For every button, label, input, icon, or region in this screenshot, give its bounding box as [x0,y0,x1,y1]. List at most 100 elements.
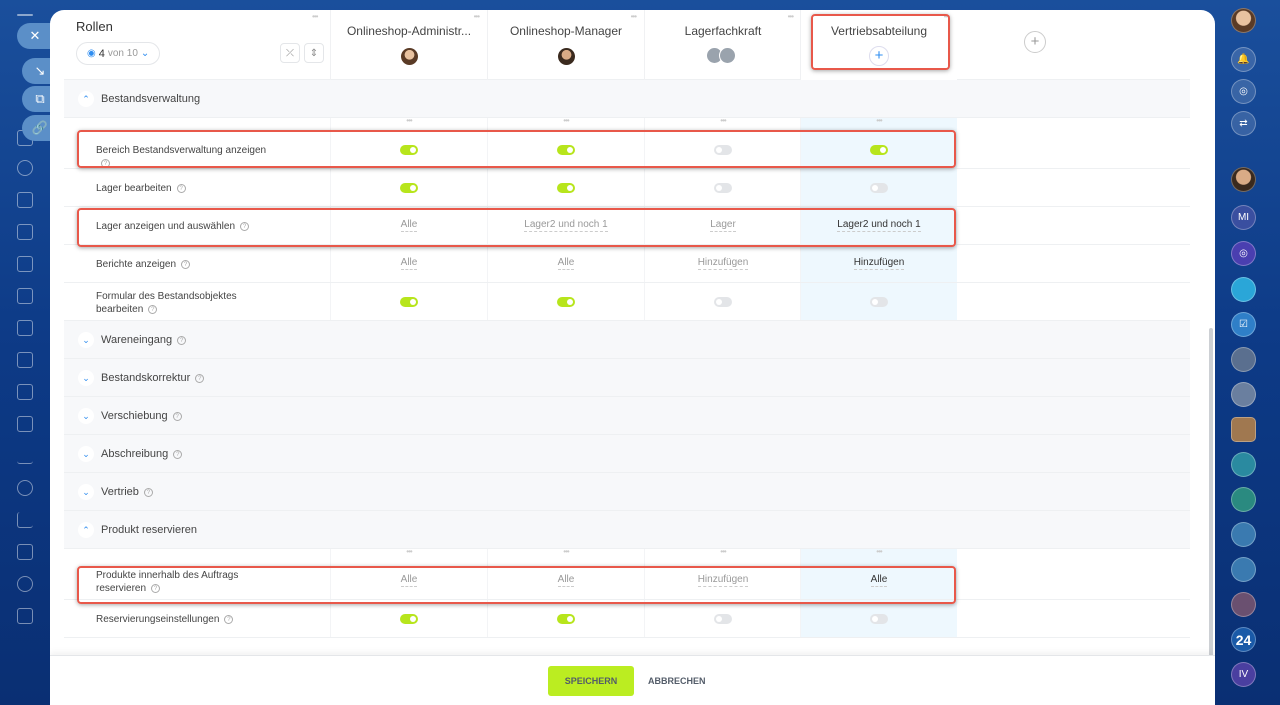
bell-icon[interactable]: 🔔 [1231,47,1256,72]
help-icon[interactable]: ? [143,487,153,497]
contact-mi[interactable]: MI [1231,205,1256,230]
filter-icon[interactable] [17,352,33,368]
role-column-header[interactable]: Lagerfachkraft ••• [644,10,801,80]
permission-toggle[interactable] [714,296,732,307]
permission-toggle[interactable] [557,613,575,624]
bitrix24-badge[interactable]: 24 [1231,627,1256,652]
chat-bubble-icon[interactable] [1231,277,1256,302]
more-icon[interactable]: ••• [720,116,726,125]
permission-value-link[interactable]: Alle [400,257,418,270]
section-bestandskorrektur[interactable]: ⌄ Bestandskorrektur? [64,359,1190,397]
chat-icon[interactable]: ⇄ [1231,111,1256,136]
expand-all-button[interactable]: ⇕ [304,43,324,63]
help-icon[interactable]: ? [101,158,110,168]
help-icon[interactable]: ? [240,221,249,231]
group-icon[interactable] [1231,452,1256,477]
help-icon[interactable]: ? [177,335,187,345]
openchannel-icon[interactable]: ◎ [1231,241,1256,266]
role-name[interactable]: Onlineshop-Administr... [331,24,487,38]
scrollbar[interactable] [1209,328,1213,658]
help-icon[interactable]: ? [195,373,205,383]
section-verschiebung[interactable]: ⌄ Verschiebung? [64,397,1190,435]
permission-value-link[interactable]: Lager2 und noch 1 [837,219,921,232]
permission-toggle[interactable] [870,296,888,307]
help-icon[interactable]: ? [151,583,161,593]
permission-toggle[interactable] [557,144,575,155]
task-icon[interactable]: ☑ [1231,312,1256,337]
chevron-up-icon[interactable]: ⌃ [78,522,94,538]
help-icon[interactable]: ? [176,183,186,193]
member-avatar[interactable] [400,48,418,65]
permission-value-link[interactable]: Alle [557,574,575,587]
permission-toggle[interactable] [714,613,732,624]
section-wareneingang[interactable]: ⌄ Wareneingang? [64,321,1190,359]
more-icon[interactable]: ••• [406,116,412,125]
permission-toggle[interactable] [400,296,418,307]
more-icon[interactable]: ••• [563,547,569,556]
inbox-icon[interactable] [17,416,33,432]
group-icon[interactable] [1231,557,1256,582]
group-icon[interactable] [1231,592,1256,617]
permission-value-link[interactable]: Alle [557,257,575,270]
more-icon[interactable]: ••• [720,547,726,556]
help-icon[interactable]: ? [181,259,191,269]
permission-value-link[interactable]: Hinzufügen [697,574,749,587]
help-icon[interactable]: ? [172,411,182,421]
more-icon[interactable]: ••• [788,12,794,21]
search-icon[interactable]: ◎ [1231,79,1256,104]
section-bestandsverwaltung[interactable]: ⌃ Bestandsverwaltung [64,80,1190,118]
card-icon[interactable] [17,192,33,208]
permission-value-link[interactable]: Alle [400,219,418,232]
permission-toggle[interactable] [714,182,732,193]
user-avatar[interactable] [1231,8,1256,33]
apps-icon[interactable] [17,608,33,624]
more-icon[interactable]: ••• [944,12,950,21]
permission-toggle[interactable] [557,296,575,307]
permission-toggle[interactable] [400,182,418,193]
tasks-icon[interactable] [17,224,33,240]
chart-icon[interactable] [17,512,33,528]
permission-toggle[interactable] [870,613,888,624]
cancel-button[interactable]: ABBRECHEN [642,666,712,696]
table-icon[interactable] [17,544,33,560]
help-icon[interactable]: ? [224,614,234,624]
more-icon[interactable]: ••• [876,116,882,125]
mail-icon[interactable] [17,256,33,272]
permission-value-link[interactable]: Hinzufügen [697,257,749,270]
contact-iv[interactable]: IV [1231,662,1256,687]
menu-icon[interactable] [17,14,33,16]
more-icon[interactable]: ••• [406,547,412,556]
chevron-down-icon[interactable]: ⌄ [78,408,94,424]
cart-icon[interactable] [17,448,33,464]
section-abschreibung[interactable]: ⌄ Abschreibung? [64,435,1190,473]
group-icon[interactable] [1231,522,1256,547]
more-icon[interactable]: ••• [474,12,480,21]
role-name[interactable]: Onlineshop-Manager [488,24,644,38]
contacts-icon[interactable] [17,160,33,176]
role-column-header[interactable]: Vertriebsabteilung ••• + [800,10,957,80]
globe-icon[interactable] [17,576,33,592]
chevron-down-icon[interactable]: ⌄ [78,484,94,500]
chevron-up-icon[interactable]: ⌃ [78,91,94,107]
chevron-down-icon[interactable]: ⌄ [78,446,94,462]
permission-toggle[interactable] [714,144,732,155]
group-members-icon[interactable] [706,47,738,64]
group-avatar[interactable] [1231,382,1256,407]
permission-toggle[interactable] [870,182,888,193]
chat-icon[interactable] [17,320,33,336]
role-column-header[interactable]: Onlineshop-Administr... ••• [330,10,487,80]
collapse-all-button[interactable]: ⤫ [280,43,300,63]
close-slider-button[interactable]: ✕ [17,23,53,49]
role-name[interactable]: Vertriebsabteilung [801,24,957,38]
permission-value-link[interactable]: Lager [710,219,736,232]
add-member-button[interactable]: + [869,46,889,66]
permission-value-link[interactable]: Alle [400,574,418,587]
contact-avatar[interactable] [1231,167,1256,192]
chevron-down-icon[interactable]: ⌄ [78,332,94,348]
visible-roles-selector[interactable]: ◉ 4 von 10 ⌄ [76,42,160,65]
more-icon[interactable]: ••• [876,547,882,556]
more-icon[interactable]: ••• [312,12,318,21]
section-vertrieb[interactable]: ⌄ Vertrieb? [64,473,1190,511]
group-icon[interactable] [1231,487,1256,512]
section-produkt-reservieren[interactable]: ⌃ Produkt reservieren [64,511,1190,549]
